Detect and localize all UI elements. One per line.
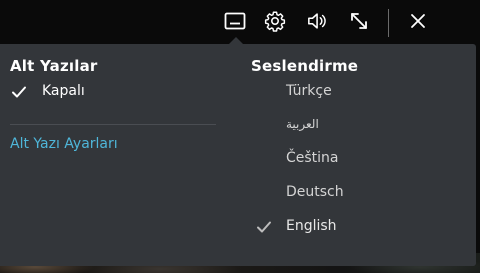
audio-option-german[interactable]: Deutsch [236, 181, 476, 205]
fullscreen-button[interactable] [346, 8, 372, 34]
subtitle-option-label: Kapalı [42, 83, 85, 99]
audio-option-label: Čeština [286, 150, 339, 166]
speaker-icon [308, 13, 326, 29]
close-icon [411, 14, 425, 28]
subtitles-heading: Alt Yazılar [10, 57, 98, 75]
close-button[interactable] [405, 8, 431, 34]
audio-option-label: English [286, 218, 337, 234]
audio-heading: Seslendirme [251, 57, 359, 75]
settings-button[interactable] [262, 8, 288, 34]
audio-column: Seslendirme Türkçe العربية Čeština Deuts… [236, 44, 476, 266]
volume-button[interactable] [305, 8, 331, 34]
subtitles-column: Alt Yazılar Kapalı Alt Yazı Ayarları [0, 44, 236, 266]
subtitles-button[interactable] [222, 8, 248, 34]
checkmark-icon [257, 221, 271, 233]
divider [10, 124, 216, 125]
audio-option-czech[interactable]: Čeština [236, 147, 476, 171]
panel-pointer [229, 37, 243, 44]
video-player: Alt Yazılar Kapalı Alt Yazı Ayarları Ses… [0, 0, 480, 273]
audio-option-turkish[interactable]: Türkçe [236, 80, 476, 104]
subtitle-settings-link[interactable]: Alt Yazı Ayarları [10, 136, 118, 152]
checkmark-icon [12, 86, 26, 98]
audio-option-label: Deutsch [286, 184, 344, 200]
audio-option-label: Türkçe [286, 83, 332, 99]
controls-divider [388, 9, 389, 37]
subtitle-option-off[interactable]: Kapalı [0, 80, 236, 104]
expand-icon [351, 13, 367, 29]
audio-option-label: العربية [286, 117, 319, 131]
subtitles-icon [224, 12, 246, 30]
audio-option-english[interactable]: English [236, 215, 476, 239]
gear-icon [264, 11, 286, 32]
subtitles-audio-panel: Alt Yazılar Kapalı Alt Yazı Ayarları Ses… [0, 44, 476, 266]
audio-option-arabic[interactable]: العربية [236, 114, 476, 138]
